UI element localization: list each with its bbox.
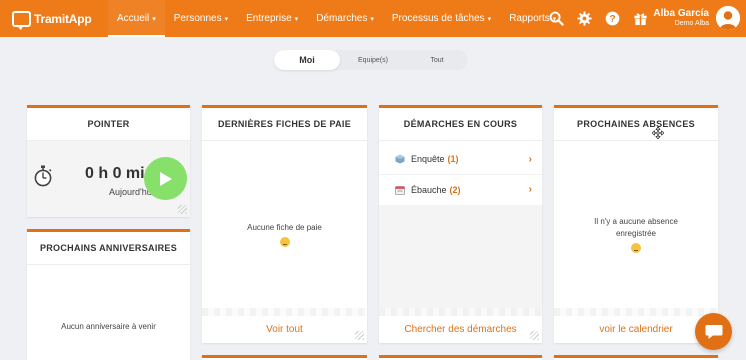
birthdays-card: PROCHAINS ANNIVERSAIRES Aucun anniversai…	[27, 229, 190, 360]
see-all-link[interactable]: Voir tout	[202, 316, 367, 343]
user-menu[interactable]: Alba García Demo Alba	[653, 8, 709, 27]
absences-card-title: PROCHAINES ABSENCES	[554, 108, 718, 141]
payslips-card-title: DERNIÈRES FICHES DE PAIE	[202, 108, 367, 141]
help-icon[interactable]: ?	[604, 11, 620, 27]
absences-empty-line2: enregistrée	[615, 229, 657, 238]
pointer-card-title: POINTER	[27, 108, 190, 141]
card-top-partial	[554, 355, 718, 360]
process-count: (1)	[447, 154, 459, 164]
process-count: (2)	[449, 184, 461, 195]
top-icons: ?	[548, 0, 648, 37]
nav-item-label: Entreprise	[246, 13, 292, 24]
chevron-down-icon: ▾	[487, 15, 492, 23]
play-button[interactable]	[144, 157, 187, 200]
nav-item-label: Démarches	[316, 13, 368, 24]
resize-handle[interactable]	[178, 205, 187, 214]
search-processes-link[interactable]: Chercher des démarches	[379, 316, 542, 343]
chat-button[interactable]	[695, 313, 732, 350]
processes-card-title: DÉMARCHES EN COURS	[379, 108, 542, 141]
user-subtitle: Demo Alba	[674, 20, 709, 27]
emoji-icon	[279, 237, 290, 247]
payslips-card: DERNIÈRES FICHES DE PAIE Aucune fiche de…	[202, 105, 367, 343]
scope-toggle: Moi Equipe(s) Tout	[274, 50, 468, 70]
avatar[interactable]	[716, 6, 740, 30]
resize-handle[interactable]	[530, 331, 539, 340]
draft-icon	[395, 185, 405, 195]
payslips-empty-text: Aucune fiche de paie	[247, 223, 322, 232]
chevron-right-icon: ›	[528, 153, 532, 165]
nav-item-entreprise[interactable]: Entreprise ▾	[237, 0, 307, 37]
nav-item-label: Rapports	[509, 13, 550, 24]
nav-item-label: Personnes	[173, 13, 222, 24]
resize-handle[interactable]	[355, 331, 364, 340]
card-top-partial	[202, 355, 367, 360]
absences-empty-line1: Il n'y a aucune absence	[594, 217, 678, 226]
move-cursor-icon	[651, 126, 665, 144]
birthdays-card-title: PROCHAINS ANNIVERSAIRES	[27, 232, 190, 265]
process-row-enquete[interactable]: Enquête (1) ›	[379, 144, 542, 174]
gear-icon[interactable]	[576, 11, 592, 27]
app-logo[interactable]: TramitApp	[12, 10, 92, 30]
payslips-empty: Aucune fiche de paie	[202, 222, 367, 252]
scope-tab-equipes[interactable]: Equipe(s)	[340, 50, 406, 70]
process-label: Enquête	[411, 154, 445, 164]
absences-empty: Il n'y a aucune absence enregistrée	[554, 216, 718, 258]
play-icon	[159, 171, 172, 186]
chevron-down-icon: ▾	[370, 15, 374, 23]
emoji-icon	[631, 243, 641, 253]
scope-tab-moi[interactable]: Moi	[274, 50, 340, 70]
svg-text:?: ?	[609, 14, 615, 25]
processes-card-empty-area	[379, 205, 542, 316]
chevron-down-icon: ▾	[224, 15, 229, 23]
card-top-partial	[379, 355, 542, 360]
divider	[379, 308, 542, 316]
chevron-right-icon: ›	[528, 184, 532, 195]
nav-item-demarches[interactable]: Démarches ▾	[307, 0, 383, 37]
nav-item-processus[interactable]: Processus de tâches ▾	[383, 0, 500, 37]
process-row-ebauche[interactable]: Ébauche (2) ›	[379, 174, 542, 204]
divider	[202, 308, 367, 316]
nav-item-label: Processus de tâches	[391, 13, 485, 24]
logo-icon	[12, 10, 31, 30]
user-name: Alba García	[653, 8, 709, 19]
chat-icon	[705, 324, 722, 339]
main-nav: Accueil ▾ Personnes ▾ Entreprise ▾ Démarche…	[108, 0, 565, 37]
nav-item-label: Accueil	[117, 13, 150, 24]
process-label: Ébauche	[411, 184, 447, 195]
processes-card: DÉMARCHES EN COURS Enquête (1) › Ébauche…	[379, 105, 542, 343]
search-icon[interactable]	[548, 11, 564, 27]
divider	[554, 308, 718, 316]
app-logo-text: TramitApp	[34, 11, 92, 26]
view-calendar-link[interactable]: voir le calendrier	[554, 316, 718, 343]
chevron-down-icon: ▾	[152, 15, 156, 23]
survey-icon	[395, 154, 405, 164]
top-navigation-bar: TramitApp Accueil ▾ Personnes ▾ Entreprise…	[0, 0, 746, 37]
scope-tab-tout[interactable]: Tout	[406, 50, 468, 70]
nav-item-accueil[interactable]: Accueil ▾	[108, 0, 165, 37]
nav-item-personnes[interactable]: Personnes ▾	[165, 0, 237, 37]
absences-card: PROCHAINES ABSENCES Il n'y a aucune abse…	[554, 105, 718, 343]
stopwatch-icon	[33, 165, 53, 192]
gift-icon[interactable]	[632, 11, 648, 27]
pointer-card: POINTER 0 h 0 min Aujourd'hui	[27, 105, 190, 217]
birthdays-empty-text: Aucun anniversaire à venir	[61, 322, 156, 331]
chevron-down-icon: ▾	[294, 15, 299, 23]
